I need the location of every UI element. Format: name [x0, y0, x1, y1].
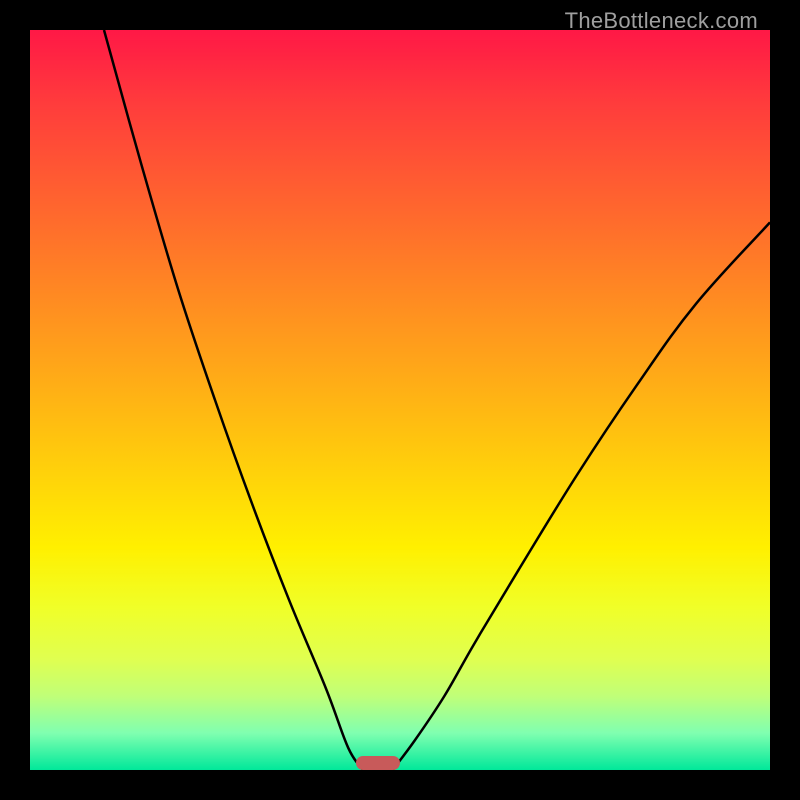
plot-area [30, 30, 770, 770]
bottleneck-curve [30, 30, 770, 770]
watermark: TheBottleneck.com [565, 8, 758, 34]
optimal-marker [356, 756, 400, 770]
chart-container: TheBottleneck.com [0, 0, 800, 800]
